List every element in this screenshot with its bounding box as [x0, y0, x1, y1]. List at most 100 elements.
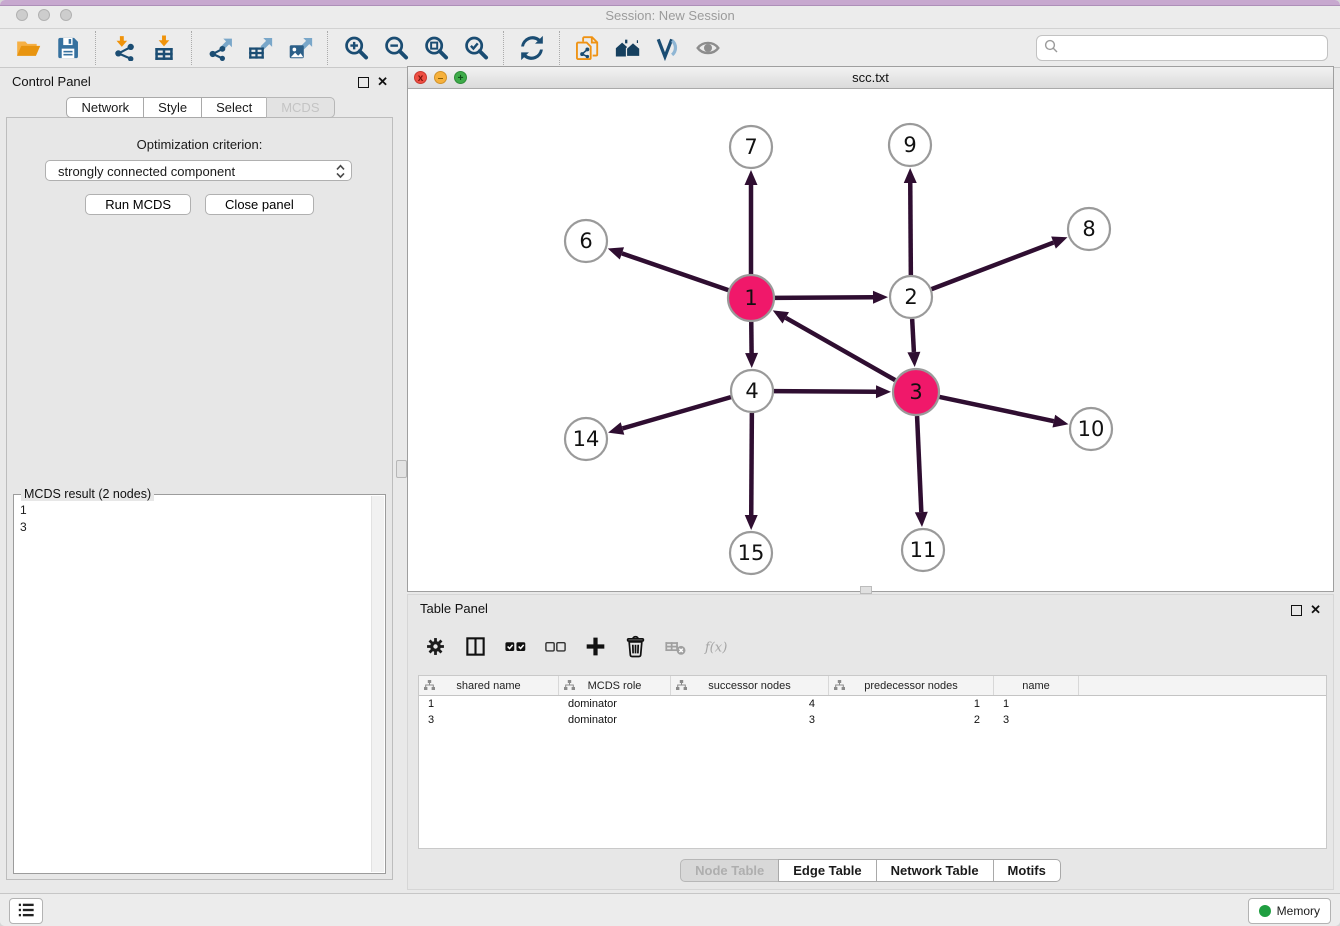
export-image-icon[interactable]: [280, 32, 320, 64]
cell-shared-name: 3: [419, 714, 559, 726]
zoom-in-icon[interactable]: [336, 32, 376, 64]
table-row[interactable]: 1dominator411: [419, 696, 1326, 712]
refresh-icon[interactable]: [512, 32, 552, 64]
graph-edge-3-10[interactable]: [939, 397, 1053, 421]
cell-MCDS-role: dominator: [559, 698, 671, 710]
graph-edge-arrowhead: [608, 247, 624, 259]
tab-network-table[interactable]: Network Table: [876, 859, 994, 882]
tab-motifs[interactable]: Motifs: [993, 859, 1061, 882]
cell-predecessor-nodes: 2: [829, 714, 994, 726]
eye-icon[interactable]: [688, 32, 728, 64]
table-header-row: shared name MCDS role successor nodes prede…: [419, 676, 1326, 696]
column-header-predecessor-nodes[interactable]: predecessor nodes: [829, 676, 994, 695]
zoom-selected-icon[interactable]: [456, 32, 496, 64]
cell-name: 3: [994, 714, 1079, 726]
graph-edge-1-2[interactable]: [775, 297, 873, 298]
graph-edge-4-14[interactable]: [623, 397, 731, 428]
graph-node-label-2: 2: [904, 285, 917, 309]
graph-edge-2-8[interactable]: [932, 243, 1054, 290]
column-header-successor-nodes[interactable]: successor nodes: [671, 676, 829, 695]
table-panel: Table Panel ✕ f(x) shared nameMCDS roles…: [407, 594, 1334, 890]
graph-edge-2-3[interactable]: [912, 319, 914, 352]
graph-node-label-4: 4: [745, 379, 758, 403]
run-mcds-button[interactable]: Run MCDS: [85, 194, 191, 215]
houses-icon[interactable]: [608, 32, 648, 64]
graph-edge-arrowhead: [915, 512, 928, 527]
column-header-shared-name[interactable]: shared name: [419, 676, 559, 695]
trash-icon[interactable]: [622, 633, 649, 660]
close-panel-button[interactable]: Close panel: [205, 194, 314, 215]
control-panel: Control Panel ✕ NetworkStyleSelectMCDS O…: [0, 68, 401, 894]
tab-mcds[interactable]: MCDS: [266, 97, 334, 118]
close-table-panel-icon[interactable]: ✕: [1310, 604, 1321, 616]
cell-name: 1: [994, 698, 1079, 710]
columns-icon[interactable]: [462, 633, 489, 660]
criterion-value: strongly connected component: [58, 164, 235, 179]
mcds-result-text[interactable]: 1 3: [16, 498, 370, 871]
titlebar: Session: New Session: [0, 0, 1340, 29]
column-header-name[interactable]: name: [994, 676, 1079, 695]
add-icon[interactable]: [582, 633, 609, 660]
zoom-fit-icon[interactable]: [416, 32, 456, 64]
tab-select[interactable]: Select: [201, 97, 267, 118]
search-input[interactable]: [1059, 37, 1327, 59]
graph-edge-arrowhead: [873, 291, 888, 304]
save-icon[interactable]: [48, 32, 88, 64]
graph-edge-4-3[interactable]: [774, 391, 876, 392]
clone-network-icon[interactable]: [568, 32, 608, 64]
graph-edge-arrowhead: [1052, 415, 1068, 428]
main-toolbar: [0, 29, 1340, 68]
column-header-label: successor nodes: [708, 680, 791, 692]
gear-icon[interactable]: [422, 633, 449, 660]
table-toolbar: f(x): [422, 625, 729, 667]
cell-MCDS-role: dominator: [559, 714, 671, 726]
tab-node-table[interactable]: Node Table: [680, 859, 779, 882]
memory-button[interactable]: Memory: [1248, 898, 1331, 924]
cell-successor-nodes: 3: [671, 714, 829, 726]
graph-node-label-14: 14: [573, 427, 600, 451]
statusbar: Memory: [0, 893, 1340, 926]
memory-status-icon: [1259, 905, 1271, 917]
graph-edge-1-6[interactable]: [622, 253, 728, 290]
graph-edge-3-1[interactable]: [786, 318, 895, 380]
tab-style[interactable]: Style: [143, 97, 202, 118]
zoom-out-icon[interactable]: [376, 32, 416, 64]
import-network-icon[interactable]: [104, 32, 144, 64]
deselect-all-icon[interactable]: [542, 633, 569, 660]
export-table-icon[interactable]: [240, 32, 280, 64]
titlebar-accent-strip: [0, 0, 1340, 6]
graph-edge-arrowhead: [1051, 236, 1067, 248]
task-history-button[interactable]: [9, 898, 43, 924]
table-row[interactable]: 3dominator323: [419, 712, 1326, 728]
tab-edge-table[interactable]: Edge Table: [778, 859, 876, 882]
node-table: shared name MCDS role successor nodes prede…: [418, 675, 1327, 849]
graph-edge-2-9[interactable]: [910, 183, 911, 275]
column-header-label: shared name: [456, 680, 520, 692]
close-panel-icon[interactable]: ✕: [377, 76, 388, 88]
graph-node-label-3: 3: [909, 380, 922, 404]
network-canvas[interactable]: 7968124314101511: [408, 89, 1333, 591]
toolbar-separator: [95, 31, 97, 65]
horizontal-splitter-grip[interactable]: [860, 586, 872, 594]
vertical-splitter-grip[interactable]: [396, 460, 407, 478]
criterion-select[interactable]: strongly connected component: [45, 160, 352, 181]
float-table-panel-icon[interactable]: [1291, 605, 1302, 616]
column-header-MCDS-role[interactable]: MCDS role: [559, 676, 671, 695]
graph-edge-4-15[interactable]: [751, 413, 752, 515]
select-all-icon[interactable]: [502, 633, 529, 660]
graph-edge-3-11[interactable]: [917, 416, 921, 512]
graph-edge-arrowhead: [745, 515, 758, 530]
search-box[interactable]: [1036, 35, 1328, 61]
import-table-icon[interactable]: [144, 32, 184, 64]
graph-node-label-6: 6: [579, 229, 592, 253]
graph-node-label-7: 7: [744, 135, 757, 159]
result-scrollbar[interactable]: [371, 496, 384, 872]
tab-network[interactable]: Network: [66, 97, 144, 118]
float-panel-icon[interactable]: [358, 77, 369, 88]
open-folder-icon[interactable]: [8, 32, 48, 64]
graph-node-label-9: 9: [903, 133, 916, 157]
export-network-icon[interactable]: [200, 32, 240, 64]
style-icon[interactable]: [648, 32, 688, 64]
network-graph: 7968124314101511: [408, 89, 1333, 591]
graph-node-label-11: 11: [910, 538, 937, 562]
